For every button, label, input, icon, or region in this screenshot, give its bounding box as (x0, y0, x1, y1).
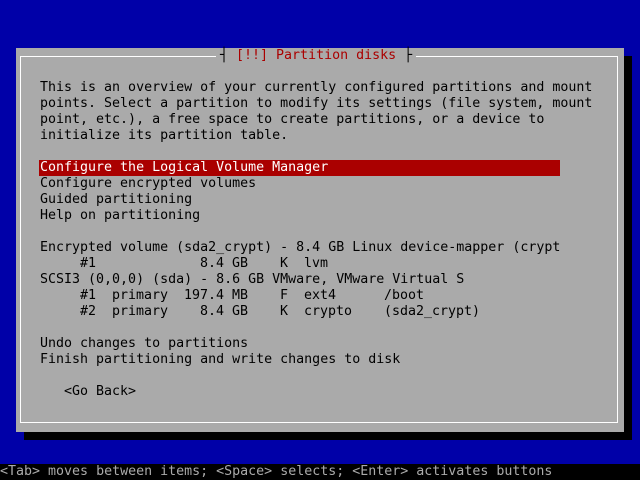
help-line: <Tab> moves between items; <Space> selec… (0, 464, 640, 480)
partition-type: primary (112, 288, 169, 303)
partition-number: #2 (80, 304, 97, 319)
partition-fs: ext4 (304, 288, 337, 303)
partition-fs: crypto (304, 304, 353, 319)
partition-mount: (sda2_crypt) (384, 304, 481, 319)
menu-item-guided-partitioning[interactable]: Guided partitioning (40, 192, 192, 208)
partition-fs: lvm (304, 256, 329, 271)
description-line-2: points. Select a partition to modify its… (40, 96, 593, 111)
description-line-4: initialize its partition table. (40, 128, 289, 143)
device-scsi-disk[interactable]: SCSI3 (0,0,0) (sda) - 8.6 GB VMware, VMw… (40, 272, 464, 288)
description-line-1: This is an overview of your currently co… (40, 80, 593, 95)
partition-size: 197.4 MB (184, 288, 249, 303)
menu-item-help-partitioning[interactable]: Help on partitioning (40, 208, 200, 224)
partition-flag: K (280, 256, 289, 271)
partition-number: #1 (80, 256, 97, 271)
title-bar-left: ┤ (220, 48, 237, 63)
partition-dialog: ┤ [!!] Partition disks ├ This is an over… (16, 48, 624, 432)
action-finish-partitioning[interactable]: Finish partitioning and write changes to… (40, 352, 400, 368)
description-line-3: point, etc.), a free space to create par… (40, 112, 545, 127)
dialog-title-text: [!!] Partition disks (236, 48, 397, 63)
go-back-button[interactable]: <Go Back> (64, 384, 136, 400)
menu-item-configure-lvm[interactable]: Configure the Logical Volume Manager (39, 160, 560, 176)
device-encrypted-volume[interactable]: Encrypted volume (sda2_crypt) - 8.4 GB L… (40, 240, 560, 256)
action-undo-changes[interactable]: Undo changes to partitions (40, 336, 248, 352)
partition-row-sda-2[interactable]: #2 primary 8.4 GB K crypto (sda2_crypt) (40, 304, 560, 320)
partition-number: #1 (80, 288, 97, 303)
dialog-title: ┤ [!!] Partition disks ├ (216, 48, 417, 64)
partition-row-crypt-1[interactable]: #1 8.4 GB K lvm (40, 256, 560, 272)
title-bar-right: ├ (396, 48, 413, 63)
partition-size: 8.4 GB (200, 256, 249, 271)
partition-flag: F (280, 288, 289, 303)
partition-size: 8.4 GB (200, 304, 249, 319)
partition-mount: /boot (384, 288, 425, 303)
partition-row-sda-1[interactable]: #1 primary 197.4 MB F ext4 /boot (40, 288, 560, 304)
partition-type: primary (112, 304, 169, 319)
menu-item-configure-encrypted[interactable]: Configure encrypted volumes (40, 176, 256, 192)
partition-flag: K (280, 304, 289, 319)
